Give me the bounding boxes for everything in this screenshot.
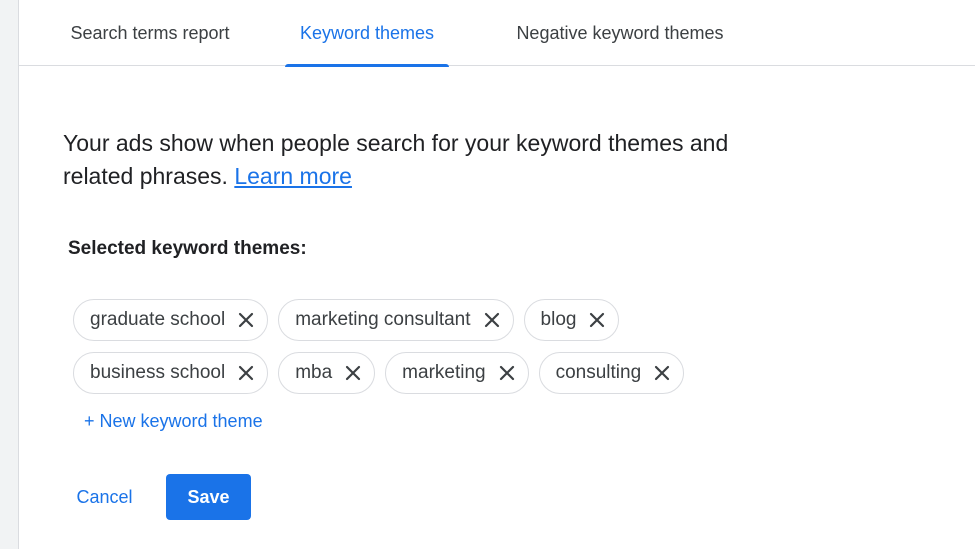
tab-negative-keyword-themes[interactable]: Negative keyword themes xyxy=(493,0,747,66)
close-icon[interactable] xyxy=(342,362,364,384)
keyword-chip: mba xyxy=(278,352,376,394)
tab-keyword-themes[interactable]: Keyword themes xyxy=(285,0,449,67)
close-icon[interactable] xyxy=(235,309,257,331)
active-tab-indicator xyxy=(285,64,449,67)
keyword-chip: marketing xyxy=(385,352,529,394)
chip-label: mba xyxy=(295,362,333,383)
chip-label: blog xyxy=(540,309,577,330)
tab-label: Search terms report xyxy=(70,22,230,43)
description-text: Your ads show when people search for you… xyxy=(63,127,783,193)
keyword-chip: blog xyxy=(523,299,620,341)
keyword-chip: marketing consultant xyxy=(278,299,514,341)
tab-search-terms-report[interactable]: Search terms report xyxy=(40,0,260,66)
chip-row: business school mba marketing consulting xyxy=(73,352,685,394)
description-body: Your ads show when people search for you… xyxy=(63,130,729,189)
chip-label: marketing xyxy=(402,362,486,383)
close-icon[interactable] xyxy=(586,309,608,331)
keyword-chip: graduate school xyxy=(73,299,269,341)
cancel-button[interactable]: Cancel xyxy=(67,476,142,518)
chip-label: graduate school xyxy=(90,309,226,330)
save-button[interactable]: Save xyxy=(166,474,251,520)
close-icon[interactable] xyxy=(481,309,503,331)
chip-label: business school xyxy=(90,362,226,383)
keyword-themes-panel: Search terms report Keyword themes Negat… xyxy=(18,0,975,549)
chip-label: marketing consultant xyxy=(295,309,471,330)
tab-label: Keyword themes xyxy=(299,22,435,43)
learn-more-link[interactable]: Learn more xyxy=(234,163,352,189)
keyword-chip: business school xyxy=(73,352,269,394)
selected-themes-heading: Selected keyword themes: xyxy=(68,238,307,259)
new-keyword-theme-link[interactable]: + New keyword theme xyxy=(84,411,263,432)
chip-label: consulting xyxy=(555,362,642,383)
tab-label: Negative keyword themes xyxy=(516,22,724,43)
close-icon[interactable] xyxy=(235,362,257,384)
close-icon[interactable] xyxy=(496,362,518,384)
tab-bar: Search terms report Keyword themes Negat… xyxy=(19,0,975,67)
close-icon[interactable] xyxy=(651,362,673,384)
keyword-chip: consulting xyxy=(538,352,685,394)
chip-row: graduate school marketing consultant blo… xyxy=(73,299,620,341)
